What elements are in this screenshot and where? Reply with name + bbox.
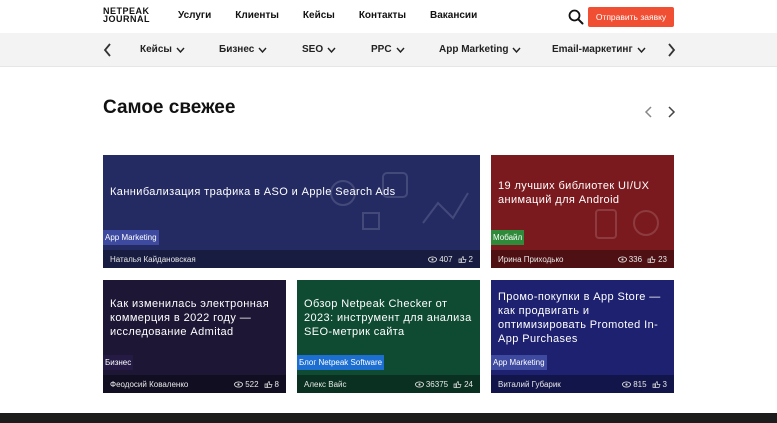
decorative-pattern-icon (595, 209, 659, 239)
views-count: 407 (439, 254, 453, 264)
eye-icon (622, 380, 632, 388)
nav-link-vacancies[interactable]: Вакансии (430, 10, 477, 21)
views-count: 36375 (425, 379, 449, 389)
likes-stat: 8 (264, 380, 279, 389)
eye-icon (617, 255, 627, 263)
thumb-icon (652, 380, 661, 388)
logo-line-2: JOURNAL (103, 14, 151, 24)
chevron-down-icon (258, 47, 267, 53)
eye-icon (414, 380, 424, 388)
carousel-next-icon[interactable] (665, 104, 677, 120)
category-cases[interactable]: Кейсы (140, 44, 185, 55)
send-request-button[interactable]: Отправить заявку (588, 7, 674, 27)
chevron-down-icon (637, 47, 646, 53)
card-author: Феодосий Коваленко (110, 379, 189, 389)
card-tag[interactable]: Блог Netpeak Software (297, 355, 385, 370)
likes-count: 8 (274, 379, 279, 389)
carousel-prev-icon[interactable] (643, 104, 655, 120)
article-card[interactable]: 19 лучших библиотек UI/UX анимаций для A… (491, 155, 674, 268)
likes-count: 3 (662, 379, 667, 389)
card-author: Ирина Приходько (498, 254, 564, 264)
site-header: NETPEAK JOURNAL Услуги Клиенты Кейсы Кон… (0, 0, 777, 33)
decorative-pattern-icon (330, 172, 469, 230)
thumb-icon (264, 380, 273, 388)
thumb-icon (458, 255, 467, 263)
logo[interactable]: NETPEAK JOURNAL (103, 7, 155, 24)
article-card[interactable]: Обзор Netpeak Checker от 2023: инструмен… (297, 280, 480, 393)
category-email-marketing[interactable]: Email-маркетинг (552, 44, 646, 55)
card-tag[interactable]: Мобайл (491, 230, 525, 245)
card-tag[interactable]: App Marketing (491, 355, 547, 370)
card-title: Обзор Netpeak Checker от 2023: инструмен… (304, 298, 472, 338)
nav-link-clients[interactable]: Клиенты (235, 10, 279, 21)
likes-stat: 23 (647, 255, 667, 264)
category-label: Кейсы (140, 44, 172, 55)
category-business[interactable]: Бизнес (219, 44, 267, 55)
card-title: 19 лучших библиотек UI/UX анимаций для A… (498, 180, 650, 206)
thumb-icon (647, 255, 656, 263)
category-label: SEO (302, 44, 324, 55)
footer-strip (0, 413, 777, 423)
likes-count: 24 (464, 379, 473, 389)
card-author: Наталья Кайдановская (110, 254, 196, 264)
main-nav: Услуги Клиенты Кейсы Контакты Вакансии (178, 10, 501, 21)
category-label: Бизнес (219, 44, 255, 55)
article-card[interactable]: Промо-покупки в App Store — как продвига… (491, 280, 674, 393)
card-title: Каннибализация трафика в ASO и Apple Sea… (110, 186, 396, 198)
article-card[interactable]: Как изменилась электронная коммерция в 2… (103, 280, 286, 393)
likes-count: 2 (468, 254, 473, 264)
likes-count: 23 (658, 254, 667, 264)
chevron-down-icon (512, 47, 521, 53)
chevron-down-icon (327, 47, 336, 53)
card-footer: Наталья Кайдановская 407 2 (103, 250, 480, 268)
likes-stat: 24 (453, 380, 473, 389)
views-count: 815 (633, 379, 647, 389)
card-footer: Алекс Вайс 36375 24 (297, 375, 480, 393)
card-title: Как изменилась электронная коммерция в 2… (110, 298, 270, 338)
views-count: 336 (628, 254, 643, 264)
category-label: Email-маркетинг (552, 44, 633, 55)
category-app-marketing[interactable]: App Marketing (439, 44, 521, 55)
card-footer: Ирина Приходько 336 23 (491, 250, 674, 268)
category-ppc[interactable]: PPC (371, 44, 405, 55)
views-stat: 815 (622, 379, 647, 389)
views-stat: 522 (234, 379, 259, 389)
views-stat: 336 (617, 254, 643, 264)
views-count: 522 (245, 379, 259, 389)
likes-stat: 2 (458, 255, 473, 264)
nav-link-cases[interactable]: Кейсы (303, 10, 335, 21)
category-label: PPC (371, 44, 392, 55)
card-title: Промо-покупки в App Store — как продвига… (498, 291, 661, 345)
card-author: Виталий Губарик (498, 379, 561, 389)
card-footer: Феодосий Коваленко 522 8 (103, 375, 286, 393)
card-tag[interactable]: Бизнес (103, 355, 134, 370)
category-bar: Кейсы Бизнес SEO PPC App Marketing Email… (0, 33, 777, 67)
nav-link-contacts[interactable]: Контакты (359, 10, 406, 21)
thumb-icon (453, 380, 462, 388)
category-label: App Marketing (439, 44, 509, 55)
card-tag[interactable]: App Marketing (103, 230, 159, 245)
eye-icon (234, 380, 244, 388)
eye-icon (428, 255, 438, 263)
chevron-down-icon (176, 47, 185, 53)
chevron-down-icon (396, 47, 405, 53)
likes-stat: 3 (652, 380, 667, 389)
views-stat: 407 (428, 254, 453, 264)
card-footer: Виталий Губарик 815 3 (491, 375, 674, 393)
section-title: Самое свежее (103, 97, 236, 118)
views-stat: 36375 (414, 379, 449, 389)
category-seo[interactable]: SEO (302, 44, 336, 55)
search-icon[interactable] (568, 9, 584, 25)
chevron-left-icon[interactable] (101, 42, 115, 58)
chevron-right-icon[interactable] (664, 42, 678, 58)
article-card[interactable]: Каннибализация трафика в ASO и Apple Sea… (103, 155, 480, 268)
card-author: Алекс Вайс (304, 379, 347, 389)
nav-link-services[interactable]: Услуги (178, 10, 211, 21)
